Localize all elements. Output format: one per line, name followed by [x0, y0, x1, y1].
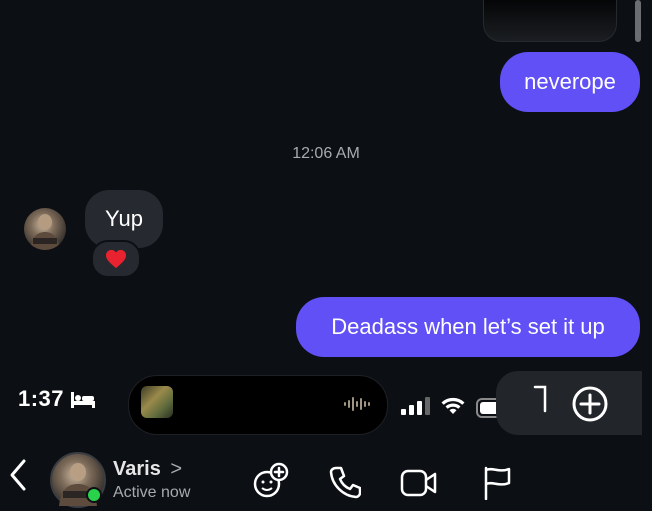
plus-circle-icon[interactable] [572, 386, 608, 427]
flag-icon[interactable] [483, 466, 513, 505]
chevron-right-icon: > [170, 458, 183, 480]
contact-name-link[interactable]: Varis > [113, 458, 182, 481]
message-bubble-outgoing[interactable]: Deadass when let’s set it up [296, 297, 640, 357]
effects-icon[interactable] [253, 462, 289, 505]
heart-icon [106, 249, 126, 269]
message-text: Yup [105, 206, 143, 231]
album-art-thumbnail [141, 386, 173, 418]
contact-status: Active now [113, 484, 191, 501]
status-time: 1:37 [18, 386, 65, 411]
shared-media-message[interactable] [483, 0, 617, 42]
scrollbar[interactable] [635, 0, 641, 42]
message-bubble-outgoing[interactable]: neverope [500, 52, 640, 112]
heart-reaction[interactable] [91, 240, 141, 278]
cellular-signal-icon [400, 397, 430, 420]
composer-edge-icon [531, 385, 551, 420]
contact-name: Varis [113, 458, 161, 480]
online-status-dot [86, 487, 102, 503]
message-timestamp: 12:06 AM [292, 145, 360, 162]
video-camera-icon[interactable] [400, 468, 438, 503]
composer-capsule[interactable] [496, 371, 642, 435]
avatar[interactable] [24, 208, 66, 250]
message-text: Deadass when let’s set it up [331, 314, 605, 339]
phone-icon[interactable] [329, 465, 362, 504]
chevron-left-icon[interactable] [8, 458, 28, 497]
wifi-icon [440, 396, 466, 421]
message-text: neverope [524, 69, 616, 94]
waveform-icon [343, 394, 373, 419]
bed-icon [70, 390, 96, 415]
dynamic-island-now-playing[interactable] [128, 375, 388, 435]
